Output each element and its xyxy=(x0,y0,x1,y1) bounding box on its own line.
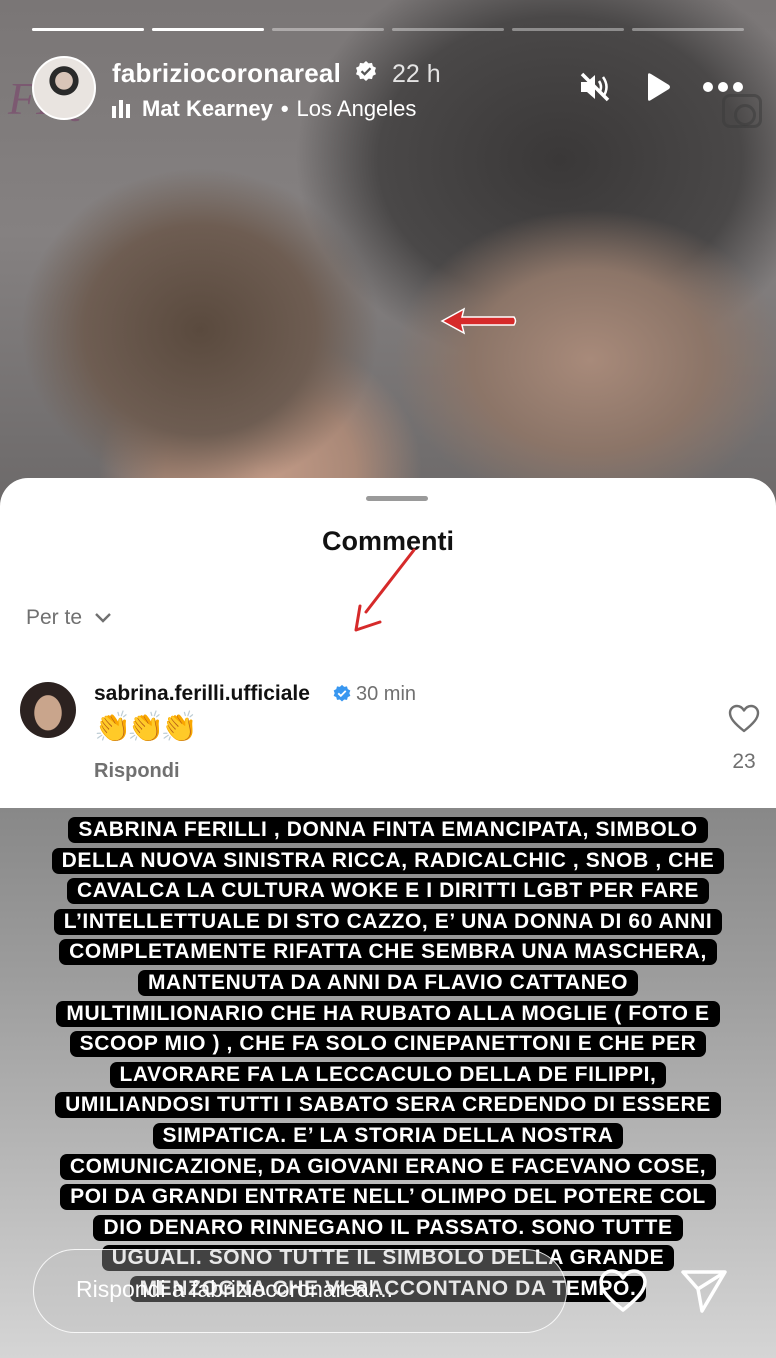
caption-line: POI DA GRANDI ENTRATE NELL’ OLIMPO DEL P… xyxy=(60,1184,716,1211)
verified-badge-icon xyxy=(356,61,376,81)
music-separator: • xyxy=(280,96,289,121)
verified-badge-icon xyxy=(333,684,351,702)
heart-outline-icon[interactable] xyxy=(728,704,760,734)
caption-line: SIMPATICA. E’ LA STORIA DELLA NOSTRA xyxy=(152,1122,624,1149)
speaker-muted-icon[interactable] xyxy=(578,70,612,104)
progress-segment xyxy=(32,28,144,31)
chevron-down-icon xyxy=(95,613,111,623)
comment-username[interactable]: sabrina.ferilli.ufficiale xyxy=(94,682,310,706)
caption-line: UMILIANDOSI TUTTI I SABATO SERA CREDENDO… xyxy=(55,1092,721,1119)
story-time: 22 h xyxy=(392,60,441,88)
progress-segment xyxy=(152,28,264,31)
reply-placeholder: Rispondi a fabriziocoronareal... xyxy=(76,1276,394,1302)
caption-line: SABRINA FERILLI , DONNA FINTA EMANCIPATA… xyxy=(68,817,708,843)
commenter-avatar[interactable] xyxy=(20,682,76,738)
sheet-drag-handle[interactable] xyxy=(366,496,428,501)
progress-segment xyxy=(632,28,744,31)
caption-line: LAVORARE FA LA LECCACULO DELLA DE FILIPP… xyxy=(109,1061,667,1088)
play-icon[interactable] xyxy=(642,72,672,102)
heart-outline-icon[interactable] xyxy=(598,1268,648,1314)
caption-line: MULTIMILIONARIO CHE HA RUBATO ALLA MOGLI… xyxy=(56,1000,720,1027)
red-arrow-annotation-icon xyxy=(354,548,416,632)
progress-segment xyxy=(272,28,384,31)
filter-label: Per te xyxy=(26,606,83,629)
caption-line: DIO DENARO RINNEGANO IL PASSATO. SONO TU… xyxy=(93,1214,683,1241)
progress-segment xyxy=(392,28,504,31)
music-artist: Mat Kearney xyxy=(142,96,273,121)
more-dots-icon[interactable] xyxy=(702,81,744,93)
caption-line: MANTENUTA DA ANNI DA FLAVIO CATTANEO xyxy=(137,969,639,996)
story-location[interactable]: Los Angeles xyxy=(297,96,417,122)
caption-line: SCOOP MIO ) , CHE FA SOLO CINEPANETTONI … xyxy=(69,1031,707,1058)
caption-line: CAVALCA LA CULTURA WOKE E I DIRITTI LGBT… xyxy=(66,878,710,905)
caption-line: L’INTELLETTUALE DI STO CAZZO, E’ UNA DON… xyxy=(53,908,723,935)
story-controls xyxy=(578,70,744,104)
caption-line: COMPLETAMENTE RIFATTA CHE SEMBRA UNA MAS… xyxy=(59,939,717,966)
comments-filter-dropdown[interactable]: Per te xyxy=(26,606,112,630)
comment-reply-button[interactable]: Rispondi xyxy=(94,760,180,783)
music-bars-icon xyxy=(112,100,130,118)
reply-input[interactable]: Rispondi a fabriziocoronareal... xyxy=(33,1249,567,1333)
caption-line: COMUNICAZIONE, DA GIOVANI ERANO E FACEVA… xyxy=(59,1153,717,1180)
caption-line: DELLA NUOVA SINISTRA RICCA, RADICALCHIC … xyxy=(51,847,725,874)
story-progress-bar xyxy=(32,28,744,31)
red-arrow-annotation-icon xyxy=(440,307,517,335)
comments-sheet: Commenti Per te xyxy=(0,478,776,808)
music-attribution[interactable]: Mat Kearney • Los Angeles xyxy=(112,96,416,122)
comment-text: 👏👏👏 xyxy=(94,711,198,744)
profile-avatar[interactable] xyxy=(32,56,96,120)
story-header: fabriziocoronareal 22 h Mat Kearney • Lo… xyxy=(32,56,744,122)
progress-segment xyxy=(512,28,624,31)
story-caption: SABRINA FERILLI , DONNA FINTA EMANCIPATA… xyxy=(24,816,752,1306)
comment-time: 30 min xyxy=(356,683,417,705)
comment-like-count: 23 xyxy=(732,750,756,773)
story-username[interactable]: fabriziocoronareal xyxy=(112,58,341,89)
paper-plane-icon[interactable] xyxy=(680,1268,728,1314)
